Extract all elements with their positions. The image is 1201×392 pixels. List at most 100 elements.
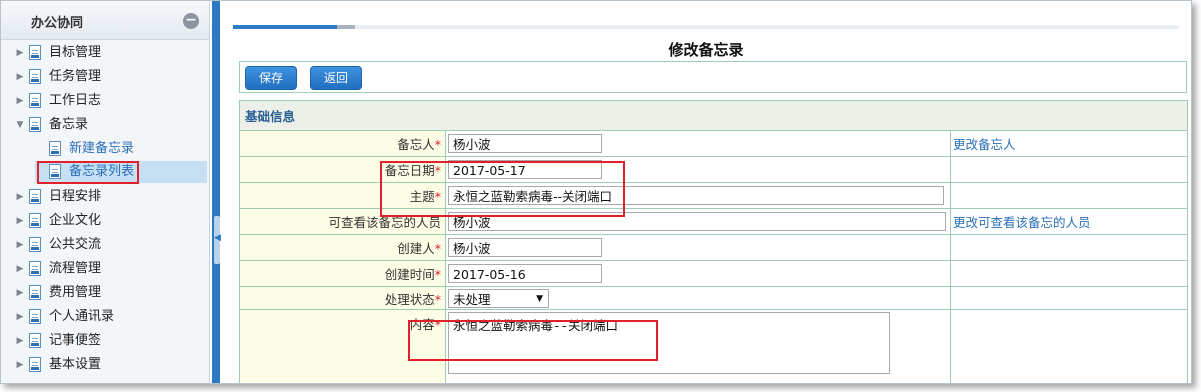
document-icon [29, 357, 41, 372]
document-icon [29, 261, 41, 276]
chevron-right-icon[interactable]: ▶ [15, 282, 25, 304]
creator-field[interactable]: 杨小波 [448, 238, 602, 257]
chevron-right-icon[interactable]: ▶ [15, 306, 25, 328]
required-mark: * [434, 241, 441, 256]
created-time-label: 创建时间 [384, 267, 435, 282]
chevron-right-icon[interactable]: ▶ [15, 42, 25, 64]
highlight-box [408, 320, 658, 361]
document-icon [29, 309, 41, 324]
viewers-label: 可查看该备忘的人员 [328, 215, 441, 230]
document-icon [29, 237, 41, 252]
sidebar-item-work-log[interactable]: ▶ 工作日志 [15, 90, 205, 112]
sidebar-splitter[interactable] [212, 1, 220, 383]
sidebar-item-label: 目标管理 [49, 45, 102, 60]
form-row-owner: 备忘人* 杨小波 更改备忘人 [239, 130, 1188, 157]
chevron-right-icon[interactable]: ▶ [15, 90, 25, 112]
app-window: 办公协同 − ▶ 目标管理 ▶ 任务管理 ▶ 工作日志 ▼ 备忘录 新建备忘录 [0, 0, 1192, 384]
sidebar-item-settings[interactable]: ▶ 基本设置 [15, 354, 205, 376]
sidebar-item-culture[interactable]: ▶ 企业文化 [15, 210, 205, 232]
section-title: 基础信息 [239, 100, 1188, 131]
field-cell: 杨小波 [445, 234, 951, 261]
sidebar-item-label: 记事便签 [49, 333, 102, 348]
sidebar: 办公协同 − ▶ 目标管理 ▶ 任务管理 ▶ 工作日志 ▼ 备忘录 新建备忘录 [1, 1, 210, 383]
sidebar-item-task-management[interactable]: ▶ 任务管理 [15, 66, 205, 88]
sidebar-header: 办公协同 − [1, 1, 209, 40]
empty-cell [950, 260, 1188, 287]
sidebar-item-label: 企业文化 [49, 213, 102, 228]
required-mark: * [434, 267, 441, 282]
chevron-down-icon[interactable]: ▼ [15, 114, 25, 136]
tab-active-indicator[interactable] [233, 25, 337, 29]
sidebar-item-label: 任务管理 [49, 69, 102, 84]
status-select-value: 未处理 [453, 291, 491, 307]
form-row-created-time: 创建时间* 2017-05-16 [239, 260, 1188, 287]
form-row-creator: 创建人* 杨小波 [239, 234, 1188, 261]
sidebar-item-memo[interactable]: ▼ 备忘录 [15, 114, 205, 136]
document-icon [29, 285, 41, 300]
field-cell: 2017-05-16 [445, 260, 951, 287]
change-viewers-link[interactable]: 更改可查看该备忘的人员 [950, 208, 1188, 235]
page-title: 修改备忘录 [668, 41, 744, 59]
creator-label: 创建人 [397, 241, 435, 256]
document-icon [29, 189, 41, 204]
chevron-right-icon[interactable]: ▶ [15, 258, 25, 280]
sidebar-item-label: 日程安排 [49, 189, 102, 204]
sidebar-item-notes[interactable]: ▶ 记事便签 [15, 330, 205, 352]
document-icon [29, 213, 41, 228]
sidebar-item-public-exchange[interactable]: ▶ 公共交流 [15, 234, 205, 256]
document-icon [29, 45, 41, 60]
field-cell: 未处理 ▼ [445, 286, 951, 310]
owner-field[interactable]: 杨小波 [448, 134, 602, 153]
tab-strip [233, 25, 1179, 29]
field-label: 创建人* [239, 234, 446, 261]
main-panel: 修改备忘录 保存 返回 基础信息 备忘人* 杨小波 更改备忘人 备忘日期* 20… [223, 1, 1189, 383]
form-row-content: 内容* 永恒之蓝勒索病毒--关闭端口 [239, 309, 1188, 383]
sidebar-item-label: 流程管理 [49, 261, 102, 276]
empty-cell [950, 234, 1188, 261]
chevron-left-icon: ◀ [214, 233, 221, 243]
field-label: 创建时间* [239, 260, 446, 287]
empty-cell [950, 286, 1188, 310]
back-button[interactable]: 返回 [310, 66, 363, 90]
collapse-handle[interactable]: ◀ [214, 216, 221, 264]
sidebar-item-label: 个人通讯录 [49, 309, 115, 324]
memo-form: 基础信息 备忘人* 杨小波 更改备忘人 备忘日期* 2017-05-17 主题*… [239, 100, 1188, 383]
chevron-right-icon[interactable]: ▶ [15, 330, 25, 352]
sidebar-item-schedule[interactable]: ▶ 日程安排 [15, 186, 205, 208]
chevron-right-icon[interactable]: ▶ [15, 210, 25, 232]
sidebar-title: 办公协同 [31, 16, 84, 31]
document-icon [29, 117, 41, 132]
highlight-box [380, 161, 625, 217]
section-header: 基础信息 [239, 100, 1188, 131]
sidebar-item-label: 公共交流 [49, 237, 102, 252]
sidebar-item-label: 新建备忘录 [69, 141, 135, 156]
field-cell: 杨小波 [445, 130, 951, 157]
status-label: 处理状态 [384, 291, 435, 307]
empty-cell [950, 309, 1188, 383]
sidebar-item-goal-management[interactable]: ▶ 目标管理 [15, 42, 205, 64]
sidebar-item-expense[interactable]: ▶ 费用管理 [15, 282, 205, 304]
sidebar-item-label: 备忘录 [49, 117, 89, 132]
sidebar-subitem-new-memo[interactable]: 新建备忘录 [35, 138, 205, 160]
chevron-right-icon[interactable]: ▶ [15, 66, 25, 88]
dropdown-arrow-icon[interactable]: ▼ [536, 290, 543, 307]
minus-circle-icon[interactable]: − [183, 13, 199, 29]
save-button[interactable]: 保存 [245, 66, 298, 90]
required-mark: * [434, 291, 441, 307]
field-label: 备忘人* [239, 130, 446, 157]
created-time-field[interactable]: 2017-05-16 [448, 264, 602, 283]
chevron-right-icon[interactable]: ▶ [15, 186, 25, 208]
document-icon [49, 141, 61, 156]
empty-cell [950, 182, 1188, 209]
chevron-right-icon[interactable]: ▶ [15, 354, 25, 376]
required-mark: * [434, 137, 441, 152]
sidebar-item-label: 工作日志 [49, 93, 102, 108]
tab-inactive-indicator[interactable] [337, 25, 355, 29]
sidebar-item-process[interactable]: ▶ 流程管理 [15, 258, 205, 280]
change-owner-link[interactable]: 更改备忘人 [950, 130, 1188, 157]
toolbar: 保存 返回 [239, 61, 1187, 93]
sidebar-item-contacts[interactable]: ▶ 个人通讯录 [15, 306, 205, 328]
chevron-right-icon[interactable]: ▶ [15, 234, 25, 256]
highlight-box [37, 161, 139, 184]
status-select[interactable]: 未处理 ▼ [448, 288, 549, 308]
